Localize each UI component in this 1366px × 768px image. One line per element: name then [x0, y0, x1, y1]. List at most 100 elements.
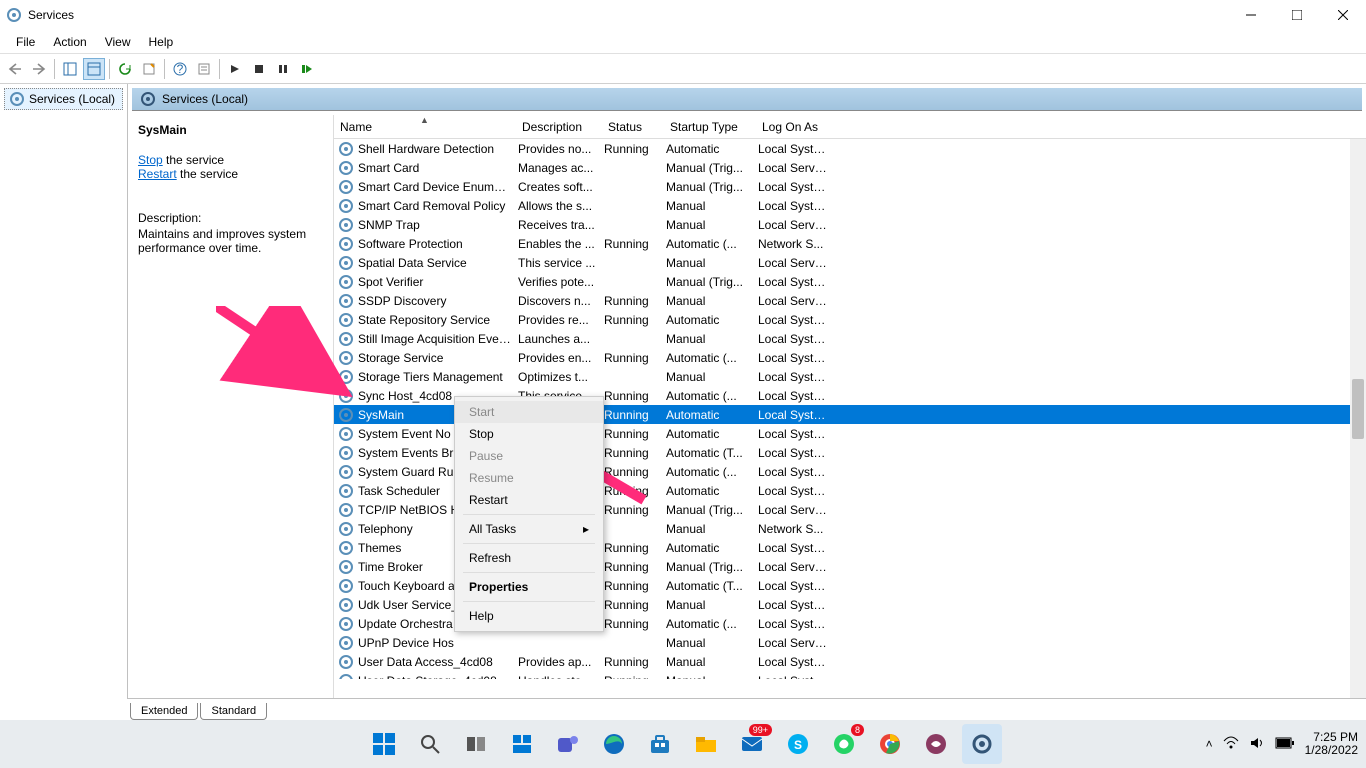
- context-start: Start: [455, 401, 603, 423]
- maximize-button[interactable]: [1274, 0, 1320, 30]
- service-row[interactable]: Storage ServiceProvides en...RunningAuto…: [334, 348, 1366, 367]
- teams-icon[interactable]: [548, 724, 588, 764]
- service-row[interactable]: Software ProtectionEnables the ...Runnin…: [334, 234, 1366, 253]
- forward-button[interactable]: [28, 58, 50, 80]
- tab-standard[interactable]: Standard: [200, 703, 267, 720]
- chrome-icon[interactable]: [870, 724, 910, 764]
- service-row[interactable]: Smart Card Removal PolicyAllows the s...…: [334, 196, 1366, 215]
- cell-description: Allows the s...: [518, 199, 604, 213]
- cell-startup: Manual (Trig...: [666, 560, 758, 574]
- tab-extended[interactable]: Extended: [130, 703, 198, 720]
- cell-logon: Local Syste...: [758, 275, 834, 289]
- widgets-button[interactable]: [502, 724, 542, 764]
- context-help[interactable]: Help: [455, 605, 603, 627]
- cell-logon: Local Syste...: [758, 541, 834, 555]
- start-service-button[interactable]: [224, 58, 246, 80]
- service-icon: [338, 635, 354, 651]
- services-taskbar-icon[interactable]: [962, 724, 1002, 764]
- start-button[interactable]: [364, 724, 404, 764]
- task-view-button[interactable]: [456, 724, 496, 764]
- cell-startup: Automatic: [666, 142, 758, 156]
- show-hide-results-button[interactable]: [83, 58, 105, 80]
- restart-service-link[interactable]: Restart: [138, 167, 177, 181]
- wifi-icon[interactable]: [1223, 735, 1239, 754]
- menu-action[interactable]: Action: [45, 33, 94, 51]
- skype-icon[interactable]: S: [778, 724, 818, 764]
- cell-startup: Manual: [666, 370, 758, 384]
- minimize-button[interactable]: [1228, 0, 1274, 30]
- service-row[interactable]: Smart CardManages ac...Manual (Trig...Lo…: [334, 158, 1366, 177]
- cell-logon: Local Service: [758, 218, 834, 232]
- context-stop[interactable]: Stop: [455, 423, 603, 445]
- column-status[interactable]: Status: [602, 116, 664, 138]
- service-row[interactable]: Shell Hardware DetectionProvides no...Ru…: [334, 139, 1366, 158]
- cell-logon: Local Syste...: [758, 427, 834, 441]
- export-list-button[interactable]: [138, 58, 160, 80]
- context-properties[interactable]: Properties: [455, 576, 603, 598]
- context-restart[interactable]: Restart: [455, 489, 603, 511]
- cell-logon: Local Syste...: [758, 598, 834, 612]
- mail-icon[interactable]: 99+: [732, 724, 772, 764]
- column-startup-type[interactable]: Startup Type: [664, 116, 756, 138]
- store-icon[interactable]: [640, 724, 680, 764]
- back-button[interactable]: [4, 58, 26, 80]
- mail-badge: 99+: [749, 724, 772, 736]
- clock[interactable]: 7:25 PM 1/28/2022: [1305, 731, 1358, 757]
- service-row[interactable]: Spatial Data ServiceThis service ...Manu…: [334, 253, 1366, 272]
- tree-item-services-local[interactable]: Services (Local): [4, 88, 123, 110]
- help-button[interactable]: ?: [169, 58, 191, 80]
- vertical-scrollbar[interactable]: [1350, 139, 1366, 699]
- cell-description: Enables the ...: [518, 237, 604, 251]
- tray-chevron-icon[interactable]: ˄: [1206, 737, 1213, 751]
- cell-logon: Local Syste...: [758, 484, 834, 498]
- cell-description: Provides re...: [518, 313, 604, 327]
- cell-name: Storage Tiers Management: [358, 370, 518, 384]
- stop-service-button[interactable]: [248, 58, 270, 80]
- service-row[interactable]: Storage Tiers ManagementOptimizes t...Ma…: [334, 367, 1366, 386]
- search-button[interactable]: [410, 724, 450, 764]
- show-hide-tree-button[interactable]: [59, 58, 81, 80]
- context-pause: Pause: [455, 445, 603, 467]
- volume-icon[interactable]: [1249, 735, 1265, 754]
- edge-icon[interactable]: [594, 724, 634, 764]
- service-row[interactable]: State Repository ServiceProvides re...Ru…: [334, 310, 1366, 329]
- service-row[interactable]: UPnP Device HosManualLocal Service: [334, 633, 1366, 652]
- service-icon: [338, 673, 354, 680]
- service-row[interactable]: Smart Card Device Enumera...Creates soft…: [334, 177, 1366, 196]
- column-description[interactable]: Description: [516, 116, 602, 138]
- restart-service-button[interactable]: [296, 58, 318, 80]
- stop-service-link[interactable]: Stop: [138, 153, 163, 167]
- context-all-tasks[interactable]: All Tasks▸: [455, 518, 603, 540]
- cell-logon: Local Syste...: [758, 446, 834, 460]
- cell-name: Software Protection: [358, 237, 518, 251]
- cell-description: Provides ap...: [518, 655, 604, 669]
- cell-logon: Local Service: [758, 294, 834, 308]
- menu-help[interactable]: Help: [141, 33, 182, 51]
- service-row[interactable]: SNMP TrapReceives tra...ManualLocal Serv…: [334, 215, 1366, 234]
- app-icon-purple[interactable]: [916, 724, 956, 764]
- cell-startup: Manual: [666, 218, 758, 232]
- service-row[interactable]: User Data Storage_4cd08Handles sto...Run…: [334, 671, 1366, 679]
- cell-status: Running: [604, 294, 666, 308]
- column-name[interactable]: ▲Name: [334, 116, 516, 138]
- service-row[interactable]: User Data Access_4cd08Provides ap...Runn…: [334, 652, 1366, 671]
- pause-service-button[interactable]: [272, 58, 294, 80]
- close-button[interactable]: [1320, 0, 1366, 30]
- properties-button[interactable]: [193, 58, 215, 80]
- context-refresh[interactable]: Refresh: [455, 547, 603, 569]
- service-icon: [338, 141, 354, 157]
- service-row[interactable]: Spot VerifierVerifies pote...Manual (Tri…: [334, 272, 1366, 291]
- file-explorer-icon[interactable]: [686, 724, 726, 764]
- cell-name: Storage Service: [358, 351, 518, 365]
- menu-file[interactable]: File: [8, 33, 43, 51]
- battery-icon[interactable]: [1275, 737, 1295, 752]
- service-row[interactable]: Still Image Acquisition EventsLaunches a…: [334, 329, 1366, 348]
- menu-view[interactable]: View: [97, 33, 139, 51]
- service-row[interactable]: SSDP DiscoveryDiscovers n...RunningManua…: [334, 291, 1366, 310]
- cell-logon: Network S...: [758, 237, 834, 251]
- whatsapp-icon[interactable]: 8: [824, 724, 864, 764]
- column-logon-as[interactable]: Log On As: [756, 116, 832, 138]
- refresh-button[interactable]: [114, 58, 136, 80]
- view-tabs: Extended Standard: [128, 698, 1366, 720]
- scrollbar-thumb[interactable]: [1352, 379, 1364, 439]
